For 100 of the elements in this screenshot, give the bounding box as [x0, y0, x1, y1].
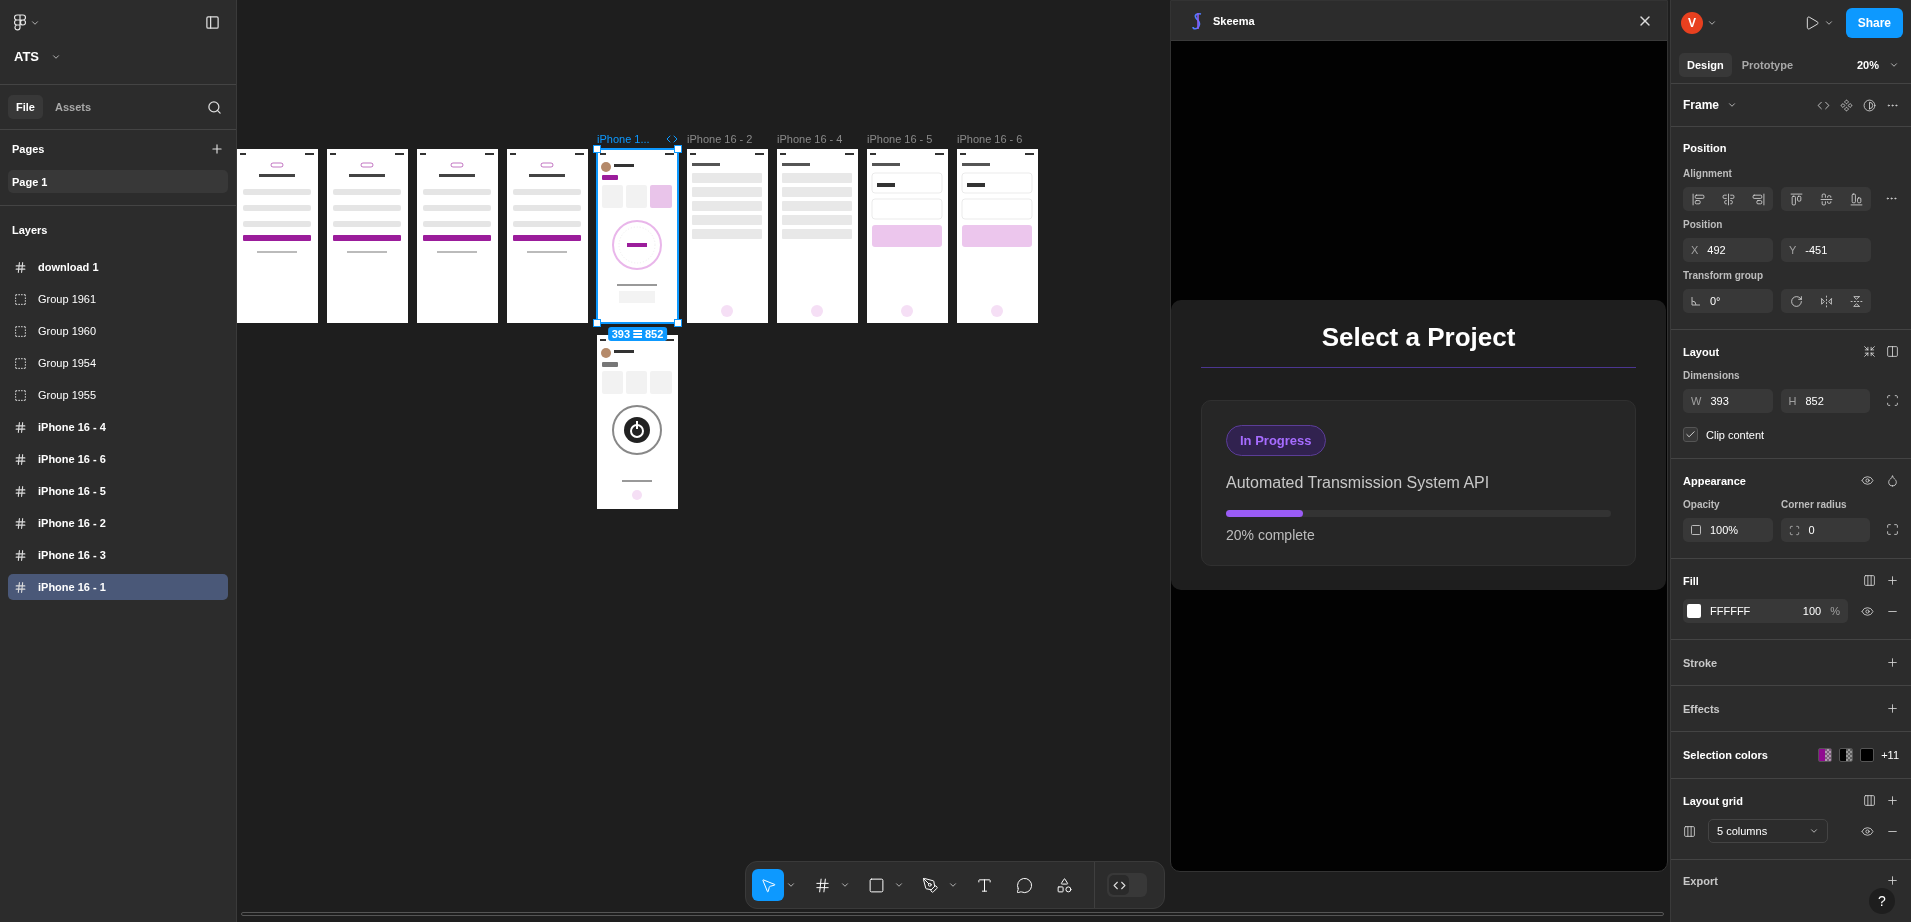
align-center-icon[interactable]	[1721, 192, 1735, 206]
layer-item[interactable]: download 1	[8, 254, 228, 280]
add-icon[interactable]	[1886, 574, 1899, 587]
text-tool-icon	[975, 876, 993, 894]
height-value: 852	[645, 328, 664, 340]
layer-item[interactable]: iPhone 16 - 1	[8, 574, 228, 600]
tool-button[interactable]	[752, 869, 784, 901]
screen-drawing[interactable]	[417, 149, 498, 323]
help-button[interactable]: ?	[1869, 888, 1895, 914]
app-logo-icon[interactable]	[14, 14, 26, 31]
panel-tab[interactable]: Prototype	[1733, 52, 1802, 77]
add-icon[interactable]	[210, 142, 224, 156]
grid-dropdown[interactable]: 5 columns	[1708, 819, 1828, 843]
auto-layout-icon[interactable]	[1886, 345, 1899, 358]
screen-drawing[interactable]	[327, 149, 408, 323]
layer-item[interactable]: iPhone 16 - 3	[8, 542, 228, 568]
rotation-field[interactable]: 0°	[1683, 289, 1773, 313]
sidebar-toggle-icon[interactable]	[205, 15, 220, 30]
layer-item[interactable]: iPhone 16 - 4	[8, 414, 228, 440]
color-swatch[interactable]	[1818, 748, 1833, 762]
width-field[interactable]: W 393	[1683, 389, 1773, 413]
screen-drawing[interactable]	[237, 149, 318, 323]
section-title: Selection colors	[1683, 749, 1768, 761]
layer-item[interactable]: Group 1954	[8, 350, 228, 376]
panel-tab[interactable]: File	[8, 95, 43, 119]
eye-icon[interactable]	[1861, 604, 1874, 618]
caret-icon[interactable]	[894, 880, 904, 890]
align-top-icon[interactable]	[1789, 192, 1803, 206]
caret-icon[interactable]	[1707, 18, 1717, 28]
frame-icon	[14, 452, 27, 466]
align-left-icon[interactable]	[1691, 192, 1705, 206]
field-heading: Alignment	[1683, 168, 1733, 179]
shrink-icon[interactable]	[1863, 345, 1876, 358]
section-title: Stroke	[1683, 656, 1718, 669]
frame-label[interactable]: iPhone 16 - 4	[777, 132, 843, 145]
screen-drawing[interactable]	[507, 149, 588, 323]
panel-tab[interactable]: Design	[1679, 52, 1732, 77]
color-swatch[interactable]	[1687, 604, 1701, 618]
section-title: Appearance	[1683, 474, 1746, 487]
layer-item[interactable]: Group 1955	[8, 382, 228, 408]
add-icon[interactable]	[1886, 874, 1899, 887]
fill-field[interactable]: FFFFFF 100 %	[1683, 599, 1848, 623]
frame-label[interactable]: iPhone 16 - 5	[867, 132, 933, 145]
styles-icon[interactable]	[1863, 794, 1876, 807]
caret-icon[interactable]	[1823, 18, 1834, 28]
radius-icon	[1788, 524, 1800, 536]
frame-icon	[14, 516, 27, 530]
page-item[interactable]: Page 1	[8, 170, 228, 193]
eye-icon[interactable]	[1861, 474, 1874, 487]
opacity-field[interactable]: 100%	[1683, 518, 1773, 542]
layer-item[interactable]: iPhone 16 - 5	[8, 478, 228, 504]
drop-icon[interactable]	[1886, 474, 1899, 487]
align-middle-icon[interactable]	[1819, 192, 1833, 206]
contrast-icon[interactable]	[1863, 98, 1876, 112]
component-icon[interactable]	[1840, 98, 1853, 112]
layer-item[interactable]: Group 1960	[8, 318, 228, 344]
add-icon[interactable]	[1886, 794, 1899, 807]
search-icon[interactable]	[207, 99, 222, 115]
clip-checkbox[interactable]	[1683, 427, 1698, 442]
dialog-title: Select a Project	[1201, 322, 1636, 368]
file-name[interactable]: ATS	[14, 49, 40, 64]
caret-icon	[1809, 826, 1819, 836]
grid-icon[interactable]	[1683, 824, 1696, 838]
more-colors-count[interactable]: +11	[1881, 749, 1899, 761]
constrain-icon[interactable]	[1886, 393, 1899, 407]
screen-drawing[interactable]	[593, 145, 682, 327]
styles-icon[interactable]	[1863, 574, 1876, 587]
y-field[interactable]: Y -451	[1781, 238, 1871, 262]
add-icon[interactable]	[1886, 656, 1899, 669]
layer-item[interactable]: iPhone 16 - 2	[8, 510, 228, 536]
selection-type[interactable]: Frame	[1683, 98, 1720, 112]
scrollbar[interactable]	[241, 912, 1664, 916]
layer-item[interactable]: iPhone 16 - 6	[8, 446, 228, 472]
color-swatch[interactable]	[1839, 748, 1854, 762]
rotate-icon[interactable]	[1789, 294, 1803, 308]
align-right-icon[interactable]	[1751, 192, 1765, 206]
radius-field[interactable]: 0	[1780, 518, 1870, 542]
color-swatch[interactable]	[1860, 748, 1875, 762]
panel-tab[interactable]: Assets	[46, 95, 100, 119]
x-field[interactable]: X 492	[1683, 238, 1773, 262]
add-icon[interactable]	[1886, 702, 1899, 715]
caret-icon[interactable]	[786, 880, 796, 890]
zoom-level[interactable]: 20%	[1856, 58, 1879, 71]
caret-icon[interactable]	[1727, 100, 1738, 110]
project-card[interactable]: In Progress Automated Transmission System API 20% complete	[1201, 400, 1636, 566]
expand-icon[interactable]	[1886, 522, 1899, 536]
user-avatar[interactable]: V	[1681, 12, 1703, 34]
frame-label[interactable]: iPhone 16 - 6	[957, 132, 1023, 145]
caret-icon[interactable]	[948, 880, 958, 890]
eye-icon[interactable]	[1861, 824, 1874, 838]
layer-item[interactable]: Group 1961	[8, 286, 228, 312]
dev-mode-toggle[interactable]	[1107, 873, 1147, 897]
caret-icon[interactable]	[840, 880, 850, 890]
frame-label[interactable]: iPhone 1...	[597, 132, 650, 145]
align-bottom-icon[interactable]	[1849, 192, 1863, 206]
height-field[interactable]: H 852	[1780, 389, 1870, 413]
frame-label[interactable]: iPhone 16 - 2	[687, 132, 753, 145]
section-title: Export	[1683, 874, 1718, 887]
flip-vertical-icon[interactable]	[1849, 294, 1863, 308]
flip-horizontal-icon[interactable]	[1819, 294, 1833, 308]
